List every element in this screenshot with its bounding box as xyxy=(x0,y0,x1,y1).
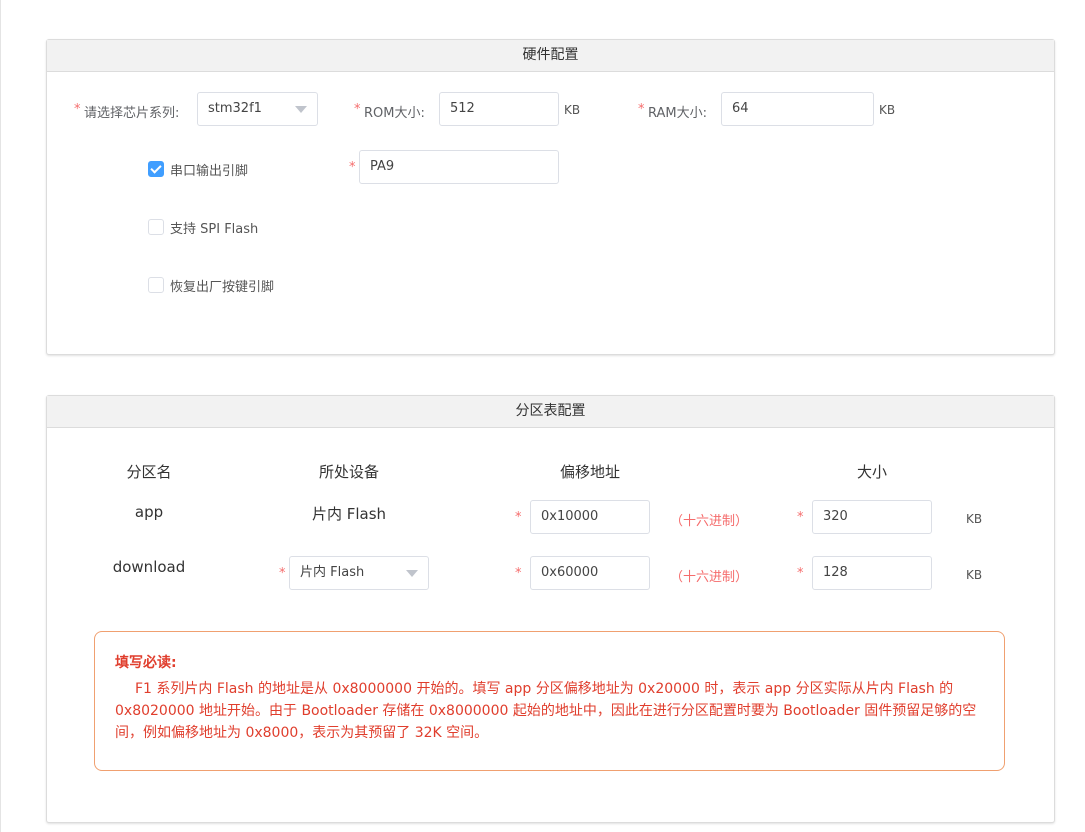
column-header-offset: 偏移地址 xyxy=(559,463,620,481)
device-select-download[interactable]: 片内 Flash xyxy=(289,556,429,590)
size-unit-download: KB xyxy=(966,568,983,582)
chip-series-value: stm32f1 xyxy=(208,101,262,116)
required-mark: * xyxy=(638,102,645,117)
device-value-download: 片内 Flash xyxy=(300,565,365,580)
size-input-download[interactable]: 128 xyxy=(812,556,932,590)
column-header-name: 分区名 xyxy=(126,463,172,481)
size-value-download: 128 xyxy=(823,565,848,580)
rom-size-value: 512 xyxy=(450,101,475,116)
hardware-config-panel: 硬件配置 * 请选择芯片系列: stm32f1 * ROM大小: 512 KB … xyxy=(46,39,1055,355)
chevron-down-icon xyxy=(406,570,418,577)
factory-reset-label: 恢复出厂按键引脚 xyxy=(170,280,275,295)
ram-size-value: 64 xyxy=(732,101,749,116)
column-header-size: 大小 xyxy=(856,463,887,481)
rom-size-label: ROM大小: xyxy=(364,106,425,121)
ram-size-input[interactable]: 64 xyxy=(721,92,874,126)
partition-device-app: 片内 Flash xyxy=(311,505,387,523)
size-input-app[interactable]: 320 xyxy=(812,500,932,534)
rom-size-input[interactable]: 512 xyxy=(439,92,559,126)
size-unit-app: KB xyxy=(966,512,983,526)
column-header-device: 所处设备 xyxy=(318,463,379,481)
partition-name-app: app xyxy=(134,503,164,521)
notice-title: 填写必读: xyxy=(115,655,177,671)
spi-flash-label: 支持 SPI Flash xyxy=(170,222,259,237)
required-mark: * xyxy=(279,566,286,581)
required-mark: * xyxy=(74,102,81,117)
required-mark: * xyxy=(797,510,804,525)
ram-unit: KB xyxy=(879,103,896,117)
required-mark: * xyxy=(797,566,804,581)
rom-unit: KB xyxy=(564,103,581,117)
hex-note-app: （十六进制） xyxy=(670,514,749,529)
partition-name-download: download xyxy=(112,558,186,576)
required-mark: * xyxy=(349,160,356,175)
chip-series-select[interactable]: stm32f1 xyxy=(197,92,318,126)
required-mark: * xyxy=(354,102,361,117)
ram-size-label: RAM大小: xyxy=(648,106,707,121)
partition-config-title: 分区表配置 xyxy=(47,396,1054,428)
chip-series-label: 请选择芯片系列: xyxy=(84,106,180,121)
factory-reset-checkbox[interactable] xyxy=(148,277,164,293)
spi-flash-checkbox[interactable] xyxy=(148,219,164,235)
page-left-border xyxy=(0,0,1,832)
chevron-down-icon xyxy=(295,106,307,113)
offset-input-download[interactable]: 0x60000 xyxy=(530,556,650,590)
offset-value-app: 0x10000 xyxy=(541,509,599,524)
size-value-app: 320 xyxy=(823,509,848,524)
offset-value-download: 0x60000 xyxy=(541,565,599,580)
uart-pin-value: PA9 xyxy=(370,159,395,174)
uart-pin-input[interactable]: PA9 xyxy=(359,150,559,184)
notice-box: 填写必读: F1 系列片内 Flash 的地址是从 0x8000000 开始的。… xyxy=(94,631,1005,771)
uart-output-label: 串口输出引脚 xyxy=(170,164,249,179)
required-mark: * xyxy=(515,566,522,581)
required-mark: * xyxy=(515,510,522,525)
offset-input-app[interactable]: 0x10000 xyxy=(530,500,650,534)
notice-body: F1 系列片内 Flash 的地址是从 0x8000000 开始的。填写 app… xyxy=(115,681,977,741)
uart-output-checkbox[interactable] xyxy=(148,161,164,177)
hardware-config-title: 硬件配置 xyxy=(47,40,1054,72)
hex-note-download: （十六进制） xyxy=(670,570,749,585)
